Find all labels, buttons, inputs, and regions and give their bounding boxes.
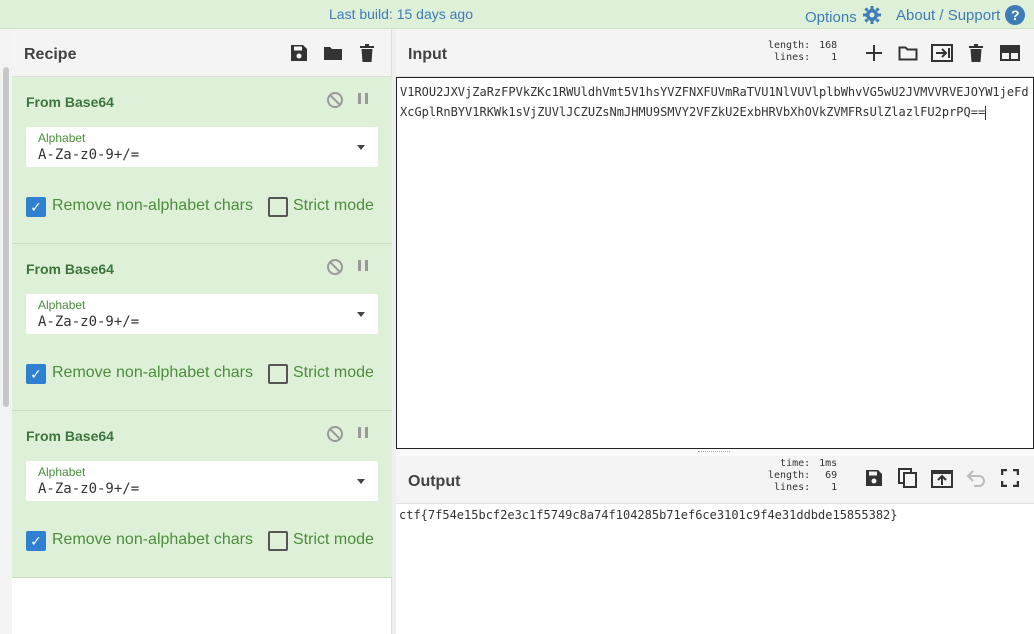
plus-icon[interactable] <box>863 42 885 64</box>
input-textarea[interactable]: V1ROU2JXVjZaRzFPVkZKc1RWUldhVmt5V1hsYVZF… <box>396 77 1034 449</box>
strict-mode-checkbox[interactable] <box>268 197 288 217</box>
trash-icon[interactable] <box>357 43 377 63</box>
breakpoint-icon[interactable] <box>358 427 368 438</box>
output-title: Output <box>408 473 461 490</box>
gear-icon <box>862 5 882 29</box>
operation-from-base64-2[interactable]: From Base64 Alphabet A-Za-z0-9+/= ✓ Remo… <box>12 244 392 411</box>
folder-icon[interactable] <box>323 43 343 63</box>
breakpoint-icon[interactable] <box>358 93 368 104</box>
lines-label: lines: <box>774 52 811 63</box>
save-icon[interactable] <box>289 43 309 63</box>
strict-mode-label[interactable]: Strict mode <box>293 197 374 215</box>
about-support-link[interactable]: About / Support ? <box>896 5 1026 25</box>
save-icon[interactable] <box>863 467 885 489</box>
remove-non-alphabet-checkbox[interactable]: ✓ <box>26 197 46 217</box>
input-stats: length: 168 lines: 1 <box>768 40 837 64</box>
time-value: 1ms <box>819 458 838 469</box>
import-icon[interactable] <box>931 42 953 64</box>
left-scrollbar-track[interactable] <box>0 29 12 634</box>
output-stats: time: 1ms length: 69 lines: 1 <box>768 458 837 494</box>
lines-value: 1 <box>831 482 838 493</box>
remove-non-alphabet-checkbox[interactable]: ✓ <box>26 364 46 384</box>
text-cursor <box>985 105 987 120</box>
operation-title: From Base64 <box>26 94 114 110</box>
lines-value: 1 <box>831 52 838 63</box>
top-banner: Last build: 15 days ago Options About / … <box>0 0 1034 29</box>
strict-mode-checkbox[interactable] <box>268 364 288 384</box>
last-build-link[interactable]: Last build: 15 days ago <box>329 6 473 22</box>
alphabet-value: A-Za-z0-9+/= <box>38 147 140 163</box>
options-link[interactable]: Options <box>805 5 882 29</box>
length-label: length: <box>768 470 811 481</box>
alphabet-select[interactable]: Alphabet A-Za-z0-9+/= <box>26 127 378 167</box>
recipe-title: Recipe <box>24 46 77 63</box>
trash-icon[interactable] <box>965 42 987 64</box>
strict-mode-label[interactable]: Strict mode <box>293 364 374 382</box>
alphabet-label: Alphabet <box>38 465 86 479</box>
output-text-area[interactable]: ctf{7f54e15bcf2e3c1f5749c8a74f104285b71e… <box>396 504 1034 634</box>
time-label: time: <box>780 458 811 469</box>
input-header: Input length: 168 lines: 1 <box>396 29 1034 77</box>
operation-from-base64-3[interactable]: From Base64 Alphabet A-Za-z0-9+/= ✓ Remo… <box>12 411 392 578</box>
operation-title: From Base64 <box>26 261 114 277</box>
alphabet-value: A-Za-z0-9+/= <box>38 314 140 330</box>
remove-non-alphabet-label[interactable]: Remove non-alphabet chars <box>52 364 253 382</box>
operation-title: From Base64 <box>26 428 114 444</box>
output-header: Output time: 1ms length: 69 lines: 1 <box>396 456 1034 504</box>
strict-mode-checkbox[interactable] <box>268 531 288 551</box>
left-scrollbar-thumb[interactable] <box>3 67 9 407</box>
breakpoint-icon[interactable] <box>358 260 368 271</box>
disable-icon[interactable] <box>327 92 343 108</box>
options-label: Options <box>805 8 857 26</box>
alphabet-label: Alphabet <box>38 298 86 312</box>
disable-icon[interactable] <box>327 259 343 275</box>
caret-down-icon <box>357 479 365 484</box>
output-text: ctf{7f54e15bcf2e3c1f5749c8a74f104285b71e… <box>399 508 898 522</box>
input-title: Input <box>408 46 448 63</box>
operation-from-base64-1[interactable]: From Base64 Alphabet A-Za-z0-9+/= ✓ Remo… <box>12 77 392 244</box>
alphabet-select[interactable]: Alphabet A-Za-z0-9+/= <box>26 294 378 334</box>
alphabet-value: A-Za-z0-9+/= <box>38 481 140 497</box>
alphabet-select[interactable]: Alphabet A-Za-z0-9+/= <box>26 461 378 501</box>
remove-non-alphabet-label[interactable]: Remove non-alphabet chars <box>52 531 253 549</box>
layout-icon[interactable] <box>999 42 1021 64</box>
remove-non-alphabet-label[interactable]: Remove non-alphabet chars <box>52 197 253 215</box>
fullscreen-icon[interactable] <box>999 467 1021 489</box>
folder-icon[interactable] <box>897 42 919 64</box>
caret-down-icon <box>357 145 365 150</box>
recipe-header: Recipe <box>12 29 391 77</box>
copy-icon[interactable] <box>897 467 919 489</box>
length-value: 69 <box>825 470 838 481</box>
replace-input-icon[interactable] <box>931 467 953 489</box>
strict-mode-label[interactable]: Strict mode <box>293 531 374 549</box>
alphabet-label: Alphabet <box>38 131 86 145</box>
recipe-panel: Recipe From Base64 Alphabet A-Za-z0-9+/=… <box>12 29 392 634</box>
undo-icon[interactable] <box>965 467 987 489</box>
caret-down-icon <box>357 312 365 317</box>
length-value: 168 <box>819 40 838 51</box>
about-label: About / Support <box>896 6 1001 24</box>
input-text: V1ROU2JXVjZaRzFPVkZKc1RWUldhVmt5V1hsYVZF… <box>400 85 1029 119</box>
resize-grip-icon[interactable] <box>698 451 730 453</box>
remove-non-alphabet-checkbox[interactable]: ✓ <box>26 531 46 551</box>
lines-label: lines: <box>774 482 811 493</box>
length-label: length: <box>768 40 811 51</box>
question-circle-icon: ? <box>1005 5 1026 25</box>
disable-icon[interactable] <box>327 426 343 442</box>
